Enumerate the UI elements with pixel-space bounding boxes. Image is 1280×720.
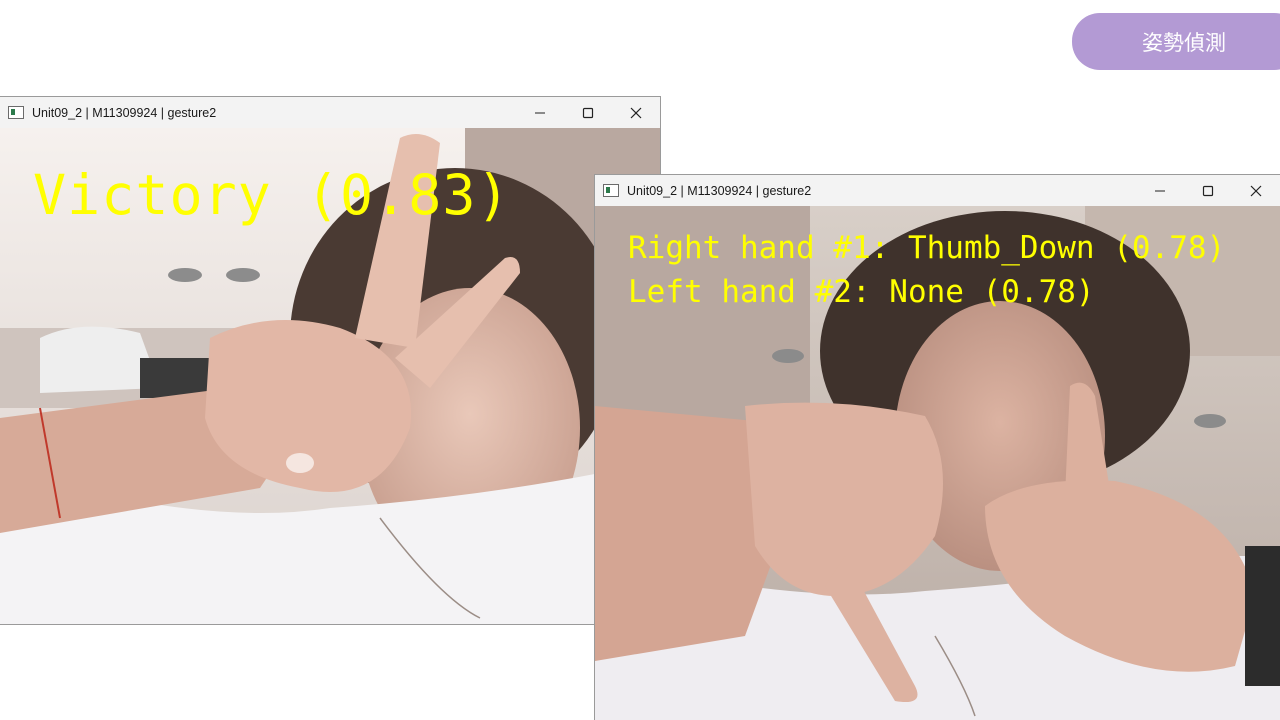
gesture-label-right-hand: Right hand #1: Thumb_Down (0.78) xyxy=(628,230,1226,266)
close-icon xyxy=(1250,185,1262,196)
maximize-icon xyxy=(582,107,594,118)
minimize-button[interactable] xyxy=(1136,175,1184,206)
maximize-button[interactable] xyxy=(564,97,612,128)
camera-feed: Victory (0.83) xyxy=(0,128,660,624)
app-icon xyxy=(8,106,24,119)
maximize-icon xyxy=(1202,185,1214,196)
window-titlebar[interactable]: Unit09_2 | M11309924 | gesture2 xyxy=(0,97,660,128)
minimize-icon xyxy=(1155,190,1165,191)
camera-window-thumb-down[interactable]: Unit09_2 | M11309924 | gesture2 Right ha… xyxy=(595,175,1280,720)
slide-title-badge: 姿勢偵測 xyxy=(1072,13,1280,70)
gesture-label-left-hand: Left hand #2: None (0.78) xyxy=(628,274,1095,310)
window-title: Unit09_2 | M11309924 | gesture2 xyxy=(32,105,217,120)
maximize-button[interactable] xyxy=(1184,175,1232,206)
window-titlebar[interactable]: Unit09_2 | M11309924 | gesture2 xyxy=(595,175,1280,206)
close-button[interactable] xyxy=(1232,175,1280,206)
slide-title-text: 姿勢偵測 xyxy=(1142,30,1226,55)
camera-feed: Right hand #1: Thumb_Down (0.78) Left ha… xyxy=(595,206,1280,720)
app-icon xyxy=(603,184,619,197)
window-title: Unit09_2 | M11309924 | gesture2 xyxy=(627,183,812,198)
close-icon xyxy=(630,107,642,118)
close-button[interactable] xyxy=(612,97,660,128)
gesture-label: Victory (0.83) xyxy=(33,163,511,227)
camera-window-victory[interactable]: Unit09_2 | M11309924 | gesture2 Victory … xyxy=(0,97,660,624)
minimize-icon xyxy=(535,112,545,113)
minimize-button[interactable] xyxy=(516,97,564,128)
